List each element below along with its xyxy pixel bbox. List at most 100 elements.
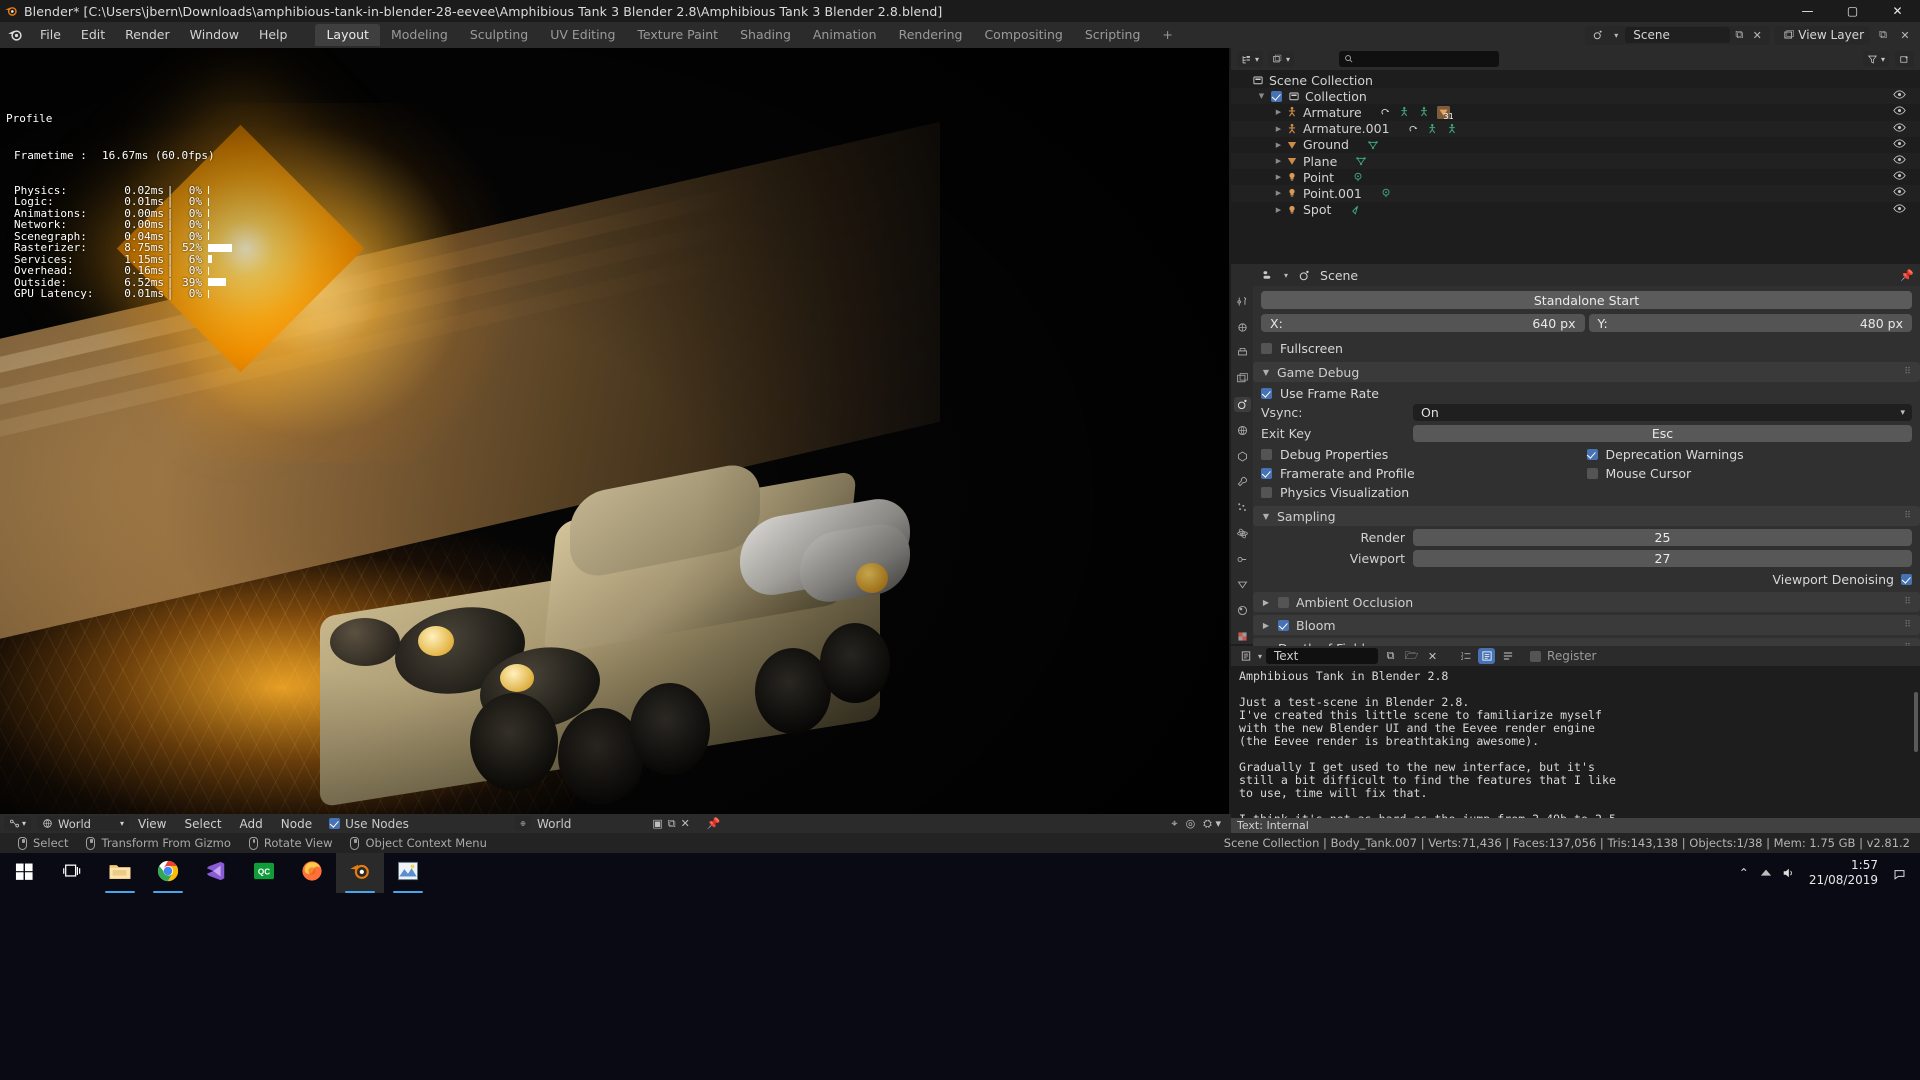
mesh-data-icon[interactable] (1367, 139, 1379, 151)
workspace-tab-sculpting[interactable]: Sculpting (459, 24, 539, 46)
visibility-eye-icon[interactable] (1893, 154, 1906, 168)
new-text-icon[interactable]: ⧉ (1382, 648, 1399, 664)
physics-visualization-row[interactable]: Physics Visualization (1261, 483, 1912, 502)
taskbar-quick-cpu[interactable]: QC (240, 853, 288, 893)
exit-key-button[interactable]: Esc (1413, 425, 1912, 442)
mesh-data-icon[interactable] (1355, 155, 1367, 167)
properties-tab-material[interactable] (1234, 603, 1251, 618)
workspace-tab-compositing[interactable]: Compositing (973, 24, 1073, 46)
scene-name-field[interactable]: Scene (1625, 27, 1730, 43)
viewport-samples-field[interactable]: 27 (1413, 550, 1912, 567)
render-samples-field[interactable]: 25 (1413, 529, 1912, 546)
properties-tab-data[interactable] (1234, 578, 1251, 593)
chevron-up-icon[interactable]: ⌃ (1733, 866, 1755, 880)
use-nodes-checkbox[interactable] (329, 818, 340, 829)
outliner-row-armature-001[interactable]: ▶Armature.001 (1231, 121, 1920, 137)
vsync-dropdown[interactable]: On ▾ (1413, 404, 1912, 421)
shader-menu-select[interactable]: Select (176, 817, 231, 831)
modifier-icon[interactable] (1408, 123, 1420, 135)
properties-tab-modifiers[interactable] (1234, 474, 1251, 489)
taskbar-blender[interactable] (336, 853, 384, 893)
visibility-eye-icon[interactable] (1893, 186, 1906, 200)
visibility-eye-icon[interactable] (1893, 138, 1906, 152)
outliner-display-mode-button[interactable]: ▾ (1268, 51, 1294, 67)
properties-editor[interactable]: ▾ Scene 📌 Standalone Start X: 640 px Y: (1231, 264, 1920, 644)
new-scene-icon[interactable]: ⧉ (1730, 26, 1748, 45)
properties-tab-tool[interactable] (1234, 294, 1251, 309)
workspace-tab-animation[interactable]: Animation (802, 24, 888, 46)
deprecation-warnings-row[interactable]: Deprecation Warnings (1587, 445, 1913, 464)
browse-world-icon[interactable] (515, 816, 531, 831)
chevron-right-icon[interactable]: ▶ (1273, 157, 1284, 165)
chevron-down-icon[interactable]: ▾ (1258, 652, 1262, 661)
maximize-button[interactable]: ▢ (1830, 0, 1875, 22)
chevron-down-icon[interactable]: ▾ (1284, 271, 1288, 280)
visibility-eye-icon[interactable] (1893, 203, 1906, 217)
outliner-row-scene-collection[interactable]: Scene Collection (1231, 72, 1920, 88)
outliner-editor[interactable]: ▾ ▾ ▾ Scene Collection▼Collection▶Armatu… (1231, 48, 1920, 262)
properties-tab-strip[interactable] (1231, 264, 1253, 644)
text-editor-scrollbar[interactable] (1914, 692, 1918, 752)
chevron-right-icon[interactable]: ▶ (1273, 173, 1284, 181)
outliner-filter-button[interactable]: ▾ (1863, 51, 1889, 67)
armature-data-icon[interactable] (1446, 123, 1458, 135)
snap-icon[interactable]: ⌖ (1171, 817, 1177, 831)
workspace-tab-modeling[interactable]: Modeling (380, 24, 459, 46)
framerate-profile-checkbox[interactable] (1261, 468, 1272, 479)
unlink-world-icon[interactable]: ✕ (681, 817, 690, 831)
point-light-data-icon[interactable] (1380, 187, 1392, 199)
shield-icon[interactable]: ▣ (652, 817, 662, 831)
panel-ambient-occlusion[interactable]: ▶Ambient Occlusion⠿ (1253, 592, 1920, 612)
use-frame-rate-checkbox[interactable] (1261, 388, 1272, 399)
chevron-right-icon[interactable]: ▶ (1261, 598, 1271, 607)
viewport-denoising-row[interactable]: Viewport Denoising (1261, 570, 1912, 589)
proportional-icon[interactable]: ◎ (1186, 817, 1196, 830)
scene-browse-icon[interactable] (1589, 26, 1607, 45)
use-frame-rate-row[interactable]: Use Frame Rate (1261, 384, 1912, 403)
close-button[interactable]: ✕ (1875, 0, 1920, 22)
physics-visualization-checkbox[interactable] (1261, 487, 1272, 498)
armature-data-icon[interactable] (1418, 106, 1430, 118)
text-editor[interactable]: ▾ Text ⧉ 🗁 ✕ 12 Register Amphibious Tank… (1231, 646, 1920, 833)
text-datablock-name[interactable]: Text (1266, 648, 1378, 664)
panel-enable-checkbox[interactable] (1278, 597, 1289, 608)
syntax-highlight-icon[interactable] (1478, 648, 1495, 664)
spot-light-data-icon[interactable] (1349, 204, 1361, 216)
visibility-eye-icon[interactable] (1893, 122, 1906, 136)
notification-icon[interactable] (1888, 867, 1910, 880)
view-layer-name[interactable]: View Layer (1798, 28, 1864, 42)
game-debug-panel-header[interactable]: ▼ Game Debug ⠿ (1253, 362, 1920, 382)
fullscreen-row[interactable]: Fullscreen (1261, 339, 1912, 358)
outliner-editor-type-button[interactable]: ▾ (1237, 51, 1263, 67)
taskbar-firefox[interactable] (288, 853, 336, 893)
taskbar-image-app[interactable] (384, 853, 432, 893)
workspace-tab-rendering[interactable]: Rendering (888, 24, 974, 46)
properties-tab-output[interactable] (1234, 346, 1251, 361)
outliner-row-point-001[interactable]: ▶Point.001 (1231, 185, 1920, 201)
modifier-icon[interactable] (1380, 106, 1392, 118)
outliner-row-ground[interactable]: ▶Ground (1231, 137, 1920, 153)
shader-type-selector[interactable]: World ▾ (37, 816, 129, 831)
line-numbers-icon[interactable]: 12 (1457, 648, 1474, 664)
menu-window[interactable]: Window (180, 25, 249, 45)
outliner-search-input[interactable] (1339, 51, 1499, 67)
3d-viewport[interactable]: Profile Frametime : 16.67ms (60.0fps) Ph… (0, 48, 1229, 814)
mouse-cursor-row[interactable]: Mouse Cursor (1587, 464, 1913, 483)
register-checkbox[interactable] (1530, 651, 1541, 662)
taskbar-start-button[interactable] (0, 853, 48, 893)
visibility-eye-icon[interactable] (1893, 170, 1906, 184)
unlink-text-icon[interactable]: ✕ (1424, 648, 1441, 664)
properties-tab-render[interactable] (1234, 320, 1251, 335)
mouse-cursor-checkbox[interactable] (1587, 468, 1598, 479)
chevron-right-icon[interactable]: ▶ (1261, 621, 1271, 630)
taskbar-file-explorer[interactable] (96, 853, 144, 893)
fullscreen-checkbox[interactable] (1261, 343, 1272, 354)
menu-render[interactable]: Render (115, 25, 180, 45)
panel-enable-checkbox[interactable] (1278, 620, 1289, 631)
outliner-row-spot[interactable]: ▶Spot (1231, 202, 1920, 218)
properties-tab-object[interactable] (1234, 449, 1251, 464)
editor-type-icon[interactable] (1259, 266, 1277, 285)
sampling-panel-header[interactable]: ▼ Sampling ⠿ (1253, 506, 1920, 526)
taskbar-task-view-button[interactable] (48, 853, 96, 893)
menu-file[interactable]: File (30, 25, 71, 45)
